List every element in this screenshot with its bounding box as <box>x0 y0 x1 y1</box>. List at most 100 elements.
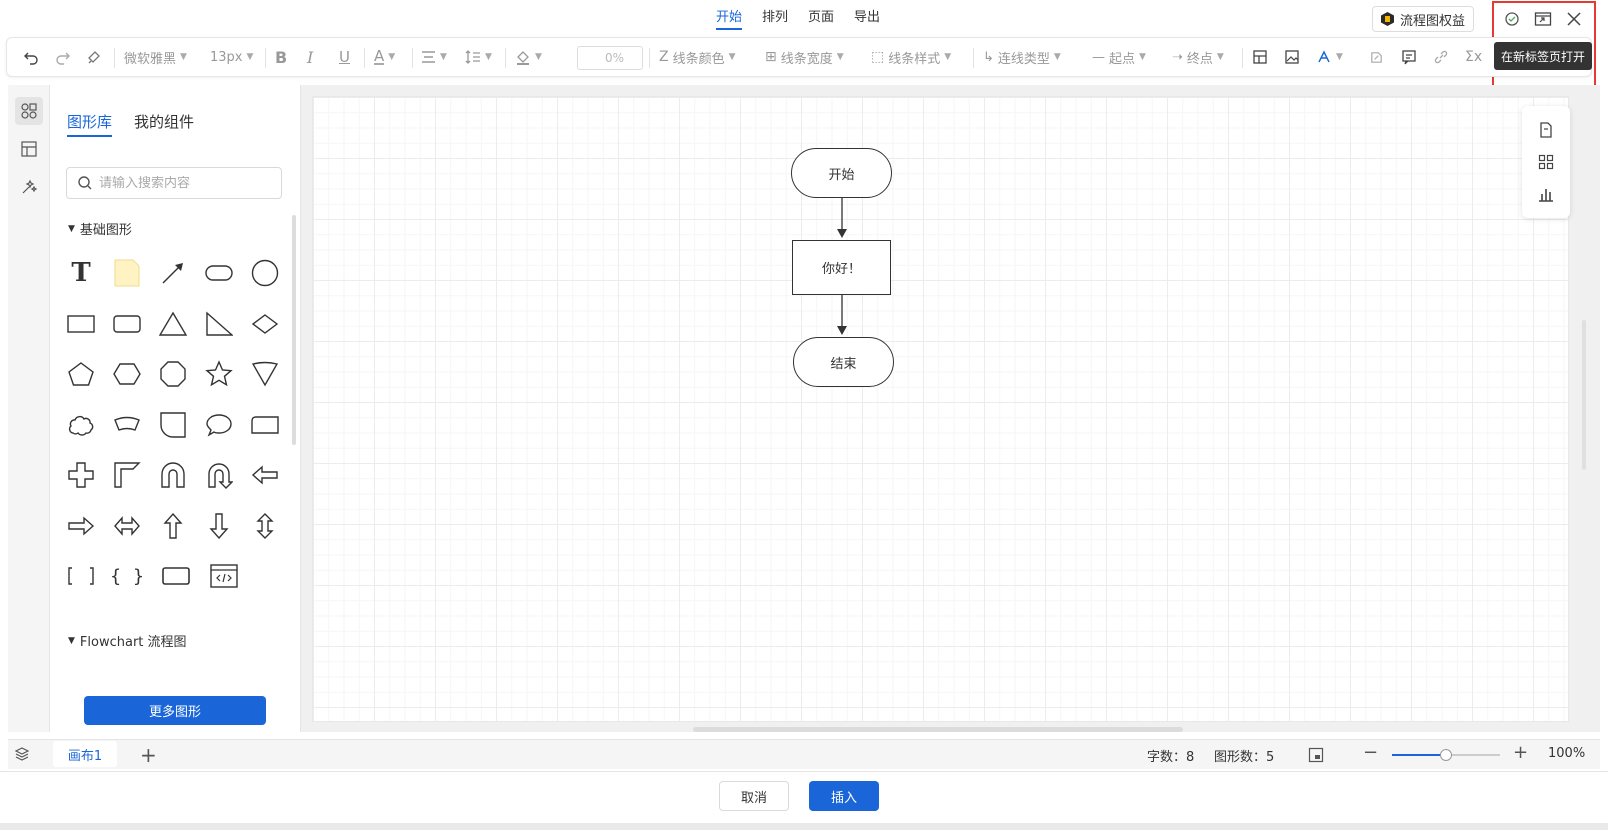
right-arrow-shape-icon[interactable] <box>65 510 97 542</box>
text-style-icon[interactable]: ▼ <box>1316 38 1343 76</box>
align-icon[interactable]: ▼ <box>421 38 447 76</box>
formula-icon[interactable]: Σx <box>1465 38 1482 76</box>
zoom-in-icon[interactable]: + <box>1513 742 1528 763</box>
redo-icon[interactable] <box>55 38 71 76</box>
left-arrow-shape-icon[interactable] <box>249 459 281 491</box>
template-icon[interactable] <box>15 135 43 163</box>
tab-export[interactable]: 导出 <box>854 6 880 30</box>
insert-button[interactable]: 插入 <box>809 781 879 811</box>
cloud-shape-icon[interactable] <box>65 409 97 441</box>
shield-shape-icon[interactable] <box>249 358 281 390</box>
minimap-icon[interactable] <box>1308 747 1324 767</box>
line-height-icon[interactable]: ▼ <box>465 38 492 76</box>
brackets-shape-icon[interactable] <box>65 560 97 592</box>
canvas-vertical-scrollbar[interactable] <box>1582 320 1586 470</box>
rounded-rect-shape-icon[interactable] <box>203 257 235 289</box>
up-down-arrow-shape-icon[interactable] <box>249 510 281 542</box>
search-input[interactable] <box>99 175 269 191</box>
octagon-shape-icon[interactable] <box>157 358 189 390</box>
connector-type-label: 连线类型 <box>997 51 1050 67</box>
shapes-icon[interactable] <box>15 97 43 125</box>
frame-rect-shape-icon[interactable] <box>160 560 192 592</box>
diamond-shape-icon[interactable] <box>249 308 281 340</box>
right-triangle-shape-icon[interactable] <box>203 308 235 340</box>
chevron-down-icon: ▼ <box>180 52 187 62</box>
more-shapes-button[interactable]: 更多图形 <box>84 696 266 725</box>
zoom-out-icon[interactable]: − <box>1363 742 1378 763</box>
node-end[interactable]: 结束 <box>793 337 894 387</box>
note-shape-icon[interactable] <box>111 257 143 289</box>
arrow-line-shape-icon[interactable] <box>157 257 189 289</box>
font-color-icon[interactable]: A ▼ <box>374 38 395 76</box>
cross-shape-icon[interactable] <box>65 459 97 491</box>
underline-icon[interactable]: U <box>339 38 350 76</box>
down-arrow-shape-icon[interactable] <box>203 510 235 542</box>
font-family-select[interactable]: 微软雅黑 ▼ <box>124 38 187 76</box>
bold-icon[interactable]: B <box>275 38 287 76</box>
tab-arrange[interactable]: 排列 <box>762 6 788 30</box>
arc-band-shape-icon[interactable] <box>111 409 143 441</box>
line-color-select[interactable]: Z 线条颜色 ▼ <box>659 38 736 76</box>
page-tab-1[interactable]: 画布1 <box>53 741 117 767</box>
zoom-level[interactable]: 100% <box>1548 746 1585 761</box>
rectangle-shape-icon[interactable] <box>65 308 97 340</box>
library-scrollbar[interactable] <box>292 215 296 445</box>
start-point-select[interactable]: — 起点 ▼ <box>1092 38 1146 76</box>
canvas-horizontal-scrollbar[interactable] <box>693 727 1183 732</box>
corner-shape-icon[interactable] <box>111 459 143 491</box>
u-turn-shape-icon[interactable] <box>157 459 189 491</box>
code-block-shape-icon[interactable] <box>208 560 240 592</box>
image-icon[interactable] <box>1284 38 1300 76</box>
triangle-shape-icon[interactable] <box>157 308 189 340</box>
zoom-slider-fill <box>1392 754 1446 756</box>
callout-oval-shape-icon[interactable] <box>203 409 235 441</box>
up-arrow-shape-icon[interactable] <box>157 510 189 542</box>
chart-icon[interactable] <box>1536 184 1556 204</box>
tab-start[interactable]: 开始 <box>716 6 743 30</box>
cancel-button[interactable]: 取消 <box>719 781 789 811</box>
tab-shape-library[interactable]: 图形库 <box>67 111 113 137</box>
rounded-rectangle-shape-icon[interactable] <box>111 308 143 340</box>
top-bar: 开始 排列 页面 导出 流程图权益 <box>0 0 1608 36</box>
tab-page[interactable]: 页面 <box>808 6 834 30</box>
line-width-select[interactable]: ⊞ 线条宽度 ▼ <box>765 38 844 76</box>
zoom-slider-knob[interactable] <box>1440 749 1452 761</box>
opacity-input[interactable]: 0% <box>577 46 643 70</box>
circle-shape-icon[interactable] <box>249 257 281 289</box>
u-turn-arrow-shape-icon[interactable] <box>203 459 235 491</box>
tab-rect-shape-icon[interactable] <box>249 409 281 441</box>
link-icon[interactable] <box>1433 38 1449 76</box>
node-process[interactable]: 你好！ <box>792 240 891 295</box>
end-point-select[interactable]: ➝ 终点 ▼ <box>1172 38 1224 76</box>
section-basic-shapes[interactable]: ▼ 基础图形 <box>68 219 132 238</box>
comment-icon[interactable] <box>1401 38 1417 76</box>
braces-shape-icon[interactable]: { } <box>110 560 144 592</box>
line-style-select[interactable]: ⬚ 线条样式 ▼ <box>871 38 951 76</box>
tab-my-components[interactable]: 我的组件 <box>134 111 194 132</box>
layers-icon[interactable] <box>14 746 30 766</box>
font-size-select[interactable]: 13px ▼ <box>210 38 253 76</box>
node-start[interactable]: 开始 <box>791 148 892 198</box>
star-shape-icon[interactable] <box>203 358 235 390</box>
edit-icon[interactable] <box>1369 38 1384 76</box>
flowchart-rights-button[interactable]: 流程图权益 <box>1372 6 1475 32</box>
double-arrow-shape-icon[interactable] <box>111 510 143 542</box>
drawing-canvas[interactable]: 开始 你好！ 结束 <box>312 96 1569 722</box>
page-icon[interactable] <box>1536 120 1556 140</box>
format-painter-icon[interactable] <box>86 38 102 76</box>
add-page-icon[interactable]: + <box>140 743 157 767</box>
grid-apps-icon[interactable] <box>1536 152 1556 172</box>
italic-icon[interactable]: I <box>307 38 313 76</box>
hexagon-shape-icon[interactable] <box>111 358 143 390</box>
zoom-slider[interactable] <box>1392 749 1500 761</box>
layout-icon[interactable] <box>1252 38 1268 76</box>
ai-icon[interactable] <box>15 173 43 201</box>
section-flowchart[interactable]: ▼ Flowchart 流程图 <box>68 631 187 650</box>
fill-color-icon[interactable]: ▼ <box>515 38 542 76</box>
connector-type-select[interactable]: ↳ 连线类型 ▼ <box>983 38 1061 76</box>
section-flowchart-label: Flowchart 流程图 <box>79 635 187 650</box>
pentagon-shape-icon[interactable] <box>65 358 97 390</box>
undo-icon[interactable] <box>23 38 39 76</box>
leaf-shape-icon[interactable] <box>157 409 189 441</box>
text-shape-icon[interactable]: T <box>65 257 97 289</box>
